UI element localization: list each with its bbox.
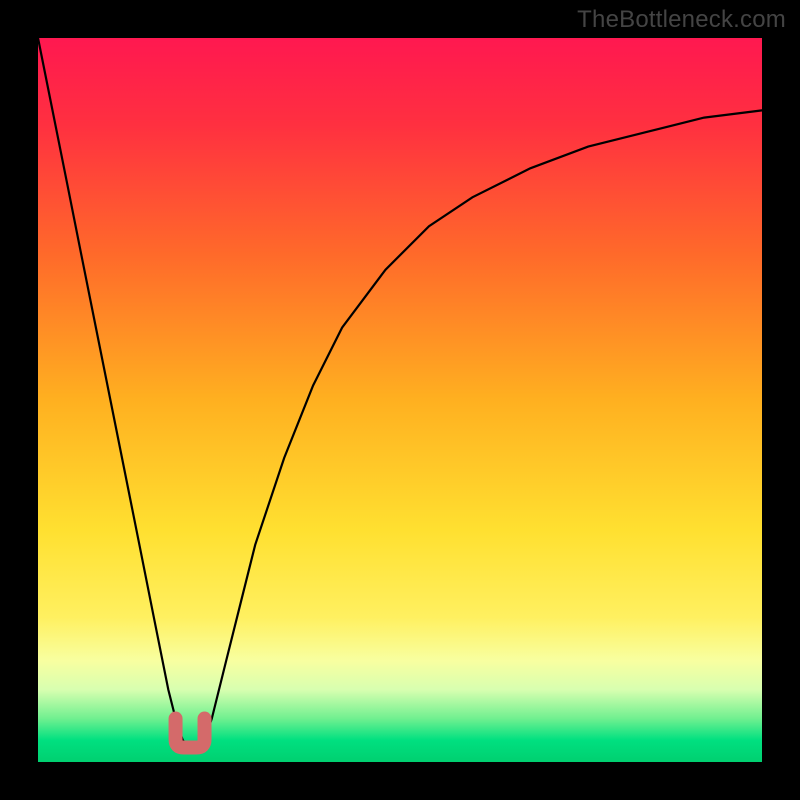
chart-frame: TheBottleneck.com [0,0,800,800]
bottleneck-curve [38,38,762,748]
watermark-text: TheBottleneck.com [577,6,786,34]
gradient-plot-area [38,38,762,762]
optimal-marker [176,719,205,748]
curve-layer [38,38,762,762]
